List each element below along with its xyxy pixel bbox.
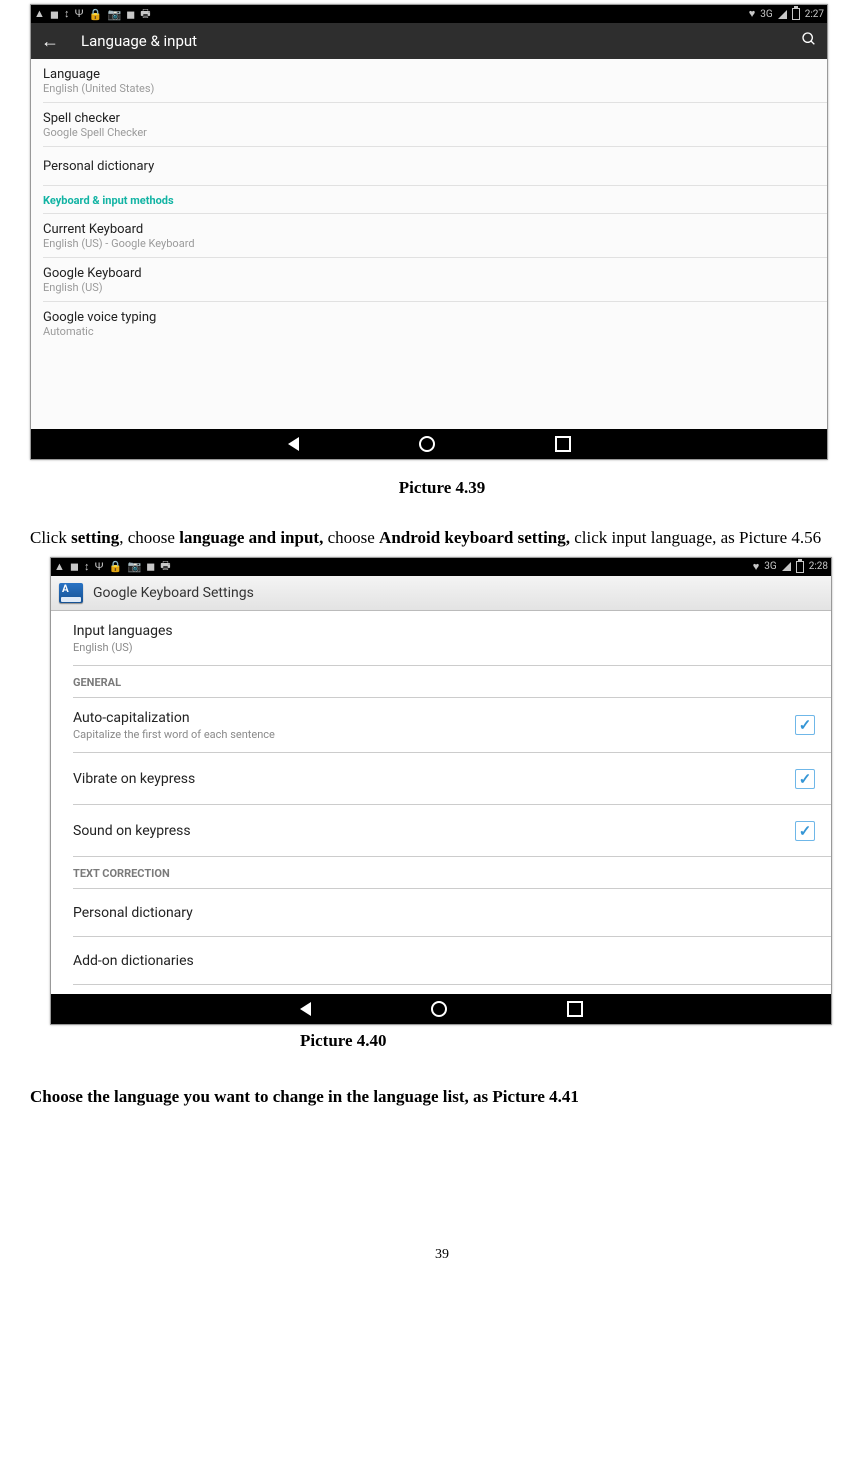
checkbox-icon[interactable]: ✓ <box>795 769 815 789</box>
item-title: Personal dictionary <box>43 159 827 174</box>
app-bar: ← Language & input <box>31 23 827 59</box>
battery-icon <box>796 561 804 573</box>
status-icon: ▲ <box>34 8 45 20</box>
item-sub: English (United States) <box>43 82 827 95</box>
clock: 2:27 <box>805 9 824 20</box>
status-icon: Ψ <box>95 561 104 573</box>
item-title: Spell checker <box>43 111 827 126</box>
list-item[interactable]: Current Keyboard English (US) - Google K… <box>43 214 827 258</box>
status-icon: 📷 <box>107 8 121 21</box>
nav-home-icon[interactable] <box>431 1001 447 1017</box>
item-sub: Automatic <box>43 325 827 338</box>
network-label: 3G <box>760 9 772 20</box>
item-title: Auto-capitalization <box>73 710 795 726</box>
figure-caption: Picture 4.40 <box>300 1031 854 1051</box>
clock: 2:28 <box>809 561 828 572</box>
keyboard-app-icon: A <box>59 583 83 603</box>
item-sub: English (US) <box>73 641 819 654</box>
list-item[interactable]: Add-on dictionaries <box>73 937 831 985</box>
screenshot-keyboard-settings: ▲ ◼ ↕ Ψ 🔒 📷 ◼ 🖶 ♥ 3G 2:28 A Google Keybo… <box>50 557 832 1025</box>
item-sub: English (US) - Google Keyboard <box>43 237 827 250</box>
signal-icon <box>778 10 787 19</box>
item-title: Language <box>43 67 827 82</box>
nav-bar <box>51 994 831 1024</box>
wifi-icon: ♥ <box>749 8 756 20</box>
item-sub: Capitalize the first word of each senten… <box>73 728 795 741</box>
status-icon: 🔒 <box>89 8 103 21</box>
section-header: GENERAL <box>73 666 831 698</box>
status-bar: ▲ ◼ ↕ Ψ 🔒 📷 ◼ 🖶 ♥ 3G 2:28 <box>51 558 831 576</box>
item-title: Google voice typing <box>43 310 827 325</box>
list-item[interactable] <box>73 985 831 989</box>
instruction-text: Choose the language you want to change i… <box>30 1087 854 1107</box>
status-icon: ◼ <box>50 8 59 21</box>
status-icon: 🔒 <box>109 560 123 573</box>
app-bar-title: Google Keyboard Settings <box>93 585 254 601</box>
search-icon[interactable] <box>801 31 817 51</box>
nav-home-icon[interactable] <box>419 436 435 452</box>
screenshot-language-input: ▲ ◼ ↕ Ψ 🔒 📷 ◼ 🖶 ♥ 3G 2:27 ← Language & i… <box>30 4 828 460</box>
status-icon: Ψ <box>75 8 84 20</box>
section-header: TEXT CORRECTION <box>73 857 831 889</box>
status-icon: ↕ <box>64 8 70 20</box>
list-item[interactable]: Auto-capitalization Capitalize the first… <box>73 698 831 753</box>
item-title: Vibrate on keypress <box>73 771 795 787</box>
battery-icon <box>792 8 800 20</box>
status-icon: ◼ <box>146 560 155 573</box>
app-bar-title: Language & input <box>81 32 197 50</box>
wifi-icon: ♥ <box>753 561 760 573</box>
body-paragraph: Click setting, choose language and input… <box>30 524 854 553</box>
list-item[interactable]: Google Keyboard English (US) <box>43 258 827 302</box>
status-icon: 🖶 <box>160 557 170 576</box>
list-item[interactable]: Language English (United States) <box>43 59 827 103</box>
list-item[interactable]: Google voice typing Automatic <box>43 302 827 345</box>
item-title: Input languages <box>73 623 819 639</box>
status-icon: ↕ <box>84 561 90 573</box>
status-icon: ▲ <box>54 561 65 573</box>
settings-list: Language English (United States) Spell c… <box>31 59 827 345</box>
item-title: Sound on keypress <box>73 823 795 839</box>
figure-caption: Picture 4.39 <box>30 478 854 498</box>
nav-recent-icon[interactable] <box>567 1001 583 1017</box>
item-title: Current Keyboard <box>43 222 827 237</box>
signal-icon <box>782 562 791 571</box>
page-number: 39 <box>30 1247 854 1263</box>
item-title: Google Keyboard <box>43 266 827 281</box>
settings-list: Input languages English (US) GENERAL Aut… <box>51 611 831 989</box>
item-sub: English (US) <box>43 281 827 294</box>
back-icon[interactable]: ← <box>41 31 59 52</box>
checkbox-icon[interactable]: ✓ <box>795 715 815 735</box>
nav-bar <box>31 429 827 459</box>
item-title: Personal dictionary <box>73 905 819 921</box>
status-icon: ◼ <box>70 560 79 573</box>
checkbox-icon[interactable]: ✓ <box>795 821 815 841</box>
network-label: 3G <box>764 561 776 572</box>
nav-recent-icon[interactable] <box>555 436 571 452</box>
list-item[interactable]: Input languages English (US) <box>73 611 831 666</box>
section-header: Keyboard & input methods <box>43 186 827 214</box>
nav-back-icon[interactable] <box>288 437 299 451</box>
status-icon: 🖶 <box>140 5 150 24</box>
item-sub: Google Spell Checker <box>43 126 827 139</box>
list-item[interactable]: Spell checker Google Spell Checker <box>43 103 827 147</box>
item-title: Add-on dictionaries <box>73 953 819 969</box>
status-icon: ◼ <box>126 8 135 21</box>
status-icon: 📷 <box>127 560 141 573</box>
list-item[interactable]: Personal dictionary <box>73 889 831 937</box>
nav-back-icon[interactable] <box>300 1002 311 1016</box>
list-item[interactable]: Sound on keypress ✓ <box>73 805 831 857</box>
app-bar: A Google Keyboard Settings <box>51 576 831 611</box>
status-bar: ▲ ◼ ↕ Ψ 🔒 📷 ◼ 🖶 ♥ 3G 2:27 <box>31 5 827 23</box>
list-item[interactable]: Personal dictionary <box>43 147 827 186</box>
list-item[interactable]: Vibrate on keypress ✓ <box>73 753 831 805</box>
